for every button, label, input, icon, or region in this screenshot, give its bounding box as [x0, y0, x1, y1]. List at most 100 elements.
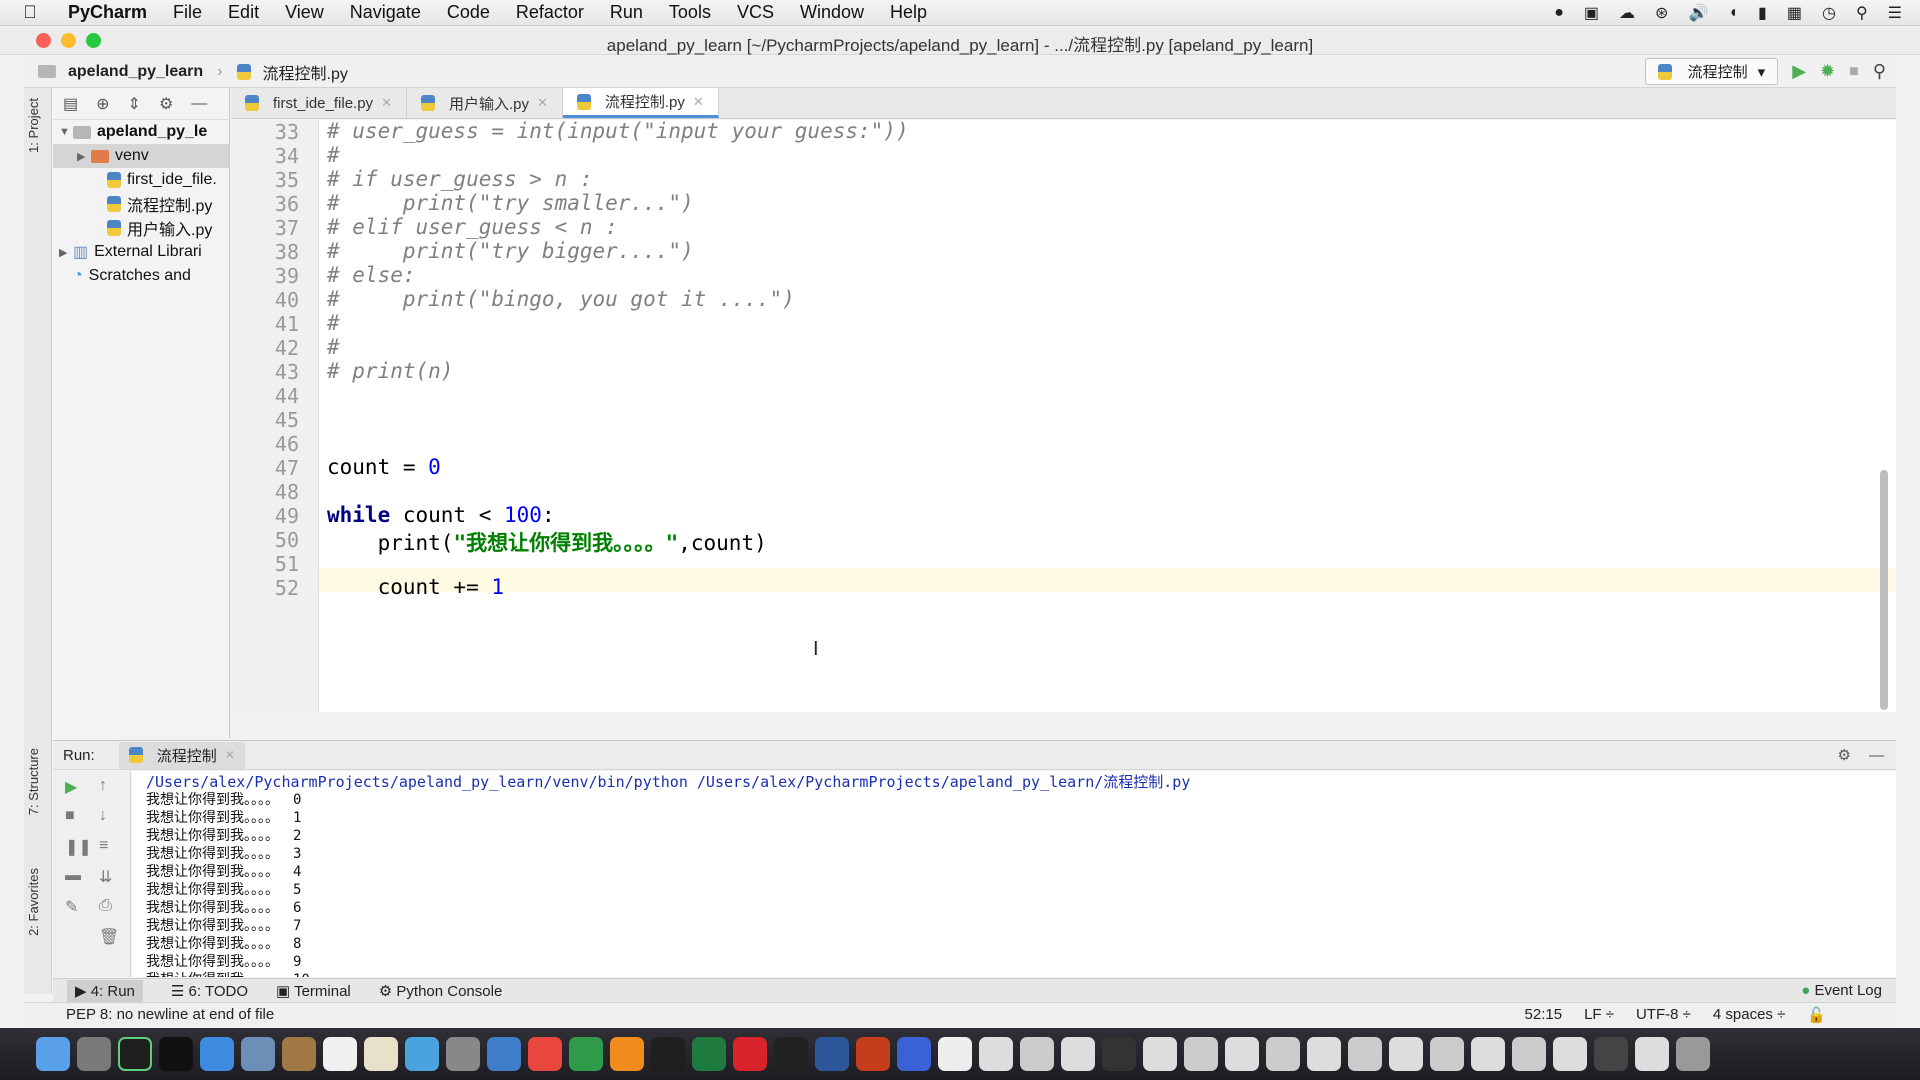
textedit-icon[interactable]	[364, 1037, 398, 1071]
numbers-icon[interactable]	[487, 1037, 521, 1071]
browser-icon[interactable]	[897, 1037, 931, 1071]
tree-item-project[interactable]: ▼ apeland_py_le	[53, 120, 229, 144]
code-line[interactable]: # if user_guess > n :	[327, 167, 593, 191]
wifi-icon[interactable]: ◖	[1728, 4, 1738, 22]
screenshot-thumbnail-icon[interactable]	[1635, 1037, 1669, 1071]
tree-item-scratches[interactable]: ◔ Scratches and	[53, 264, 229, 288]
menu-run[interactable]: Run	[597, 2, 656, 23]
menu-file[interactable]: File	[160, 2, 215, 23]
collapsed-arrow-icon[interactable]: ▶	[77, 150, 91, 163]
screenshot-thumbnail-icon[interactable]	[1061, 1037, 1095, 1071]
toolwindow-terminal[interactable]: ▣ Terminal	[276, 982, 351, 1000]
finder-icon[interactable]	[36, 1037, 70, 1071]
safari-icon[interactable]	[200, 1037, 234, 1071]
tree-item-external-libraries[interactable]: ▶ ▥ External Librari	[53, 240, 229, 264]
tab-project[interactable]: 1: Project	[26, 98, 41, 153]
screenshot-thumbnail-icon[interactable]	[1471, 1037, 1505, 1071]
battery-icon[interactable]: ▮	[1758, 3, 1767, 23]
screenshot-thumbnail-icon[interactable]	[1225, 1037, 1259, 1071]
code-line[interactable]: #	[327, 311, 340, 335]
tree-item-flow-control[interactable]: 流程控制.py	[53, 192, 229, 216]
time-machine-icon[interactable]: ◷	[1822, 3, 1836, 23]
screenshot-thumbnail-icon[interactable]	[1389, 1037, 1423, 1071]
project-view-icon[interactable]: ▤	[63, 94, 78, 114]
lock-icon[interactable]: 🔓	[1807, 1006, 1826, 1024]
code-line[interactable]: count = 0	[327, 455, 441, 479]
system-preferences-icon[interactable]	[446, 1037, 480, 1071]
screenshot-thumbnail-icon[interactable]	[1348, 1037, 1382, 1071]
run-configuration-select[interactable]: 流程控制 ▾	[1644, 58, 1779, 85]
close-icon[interactable]: ✕	[225, 748, 235, 762]
screenshot-thumbnail-icon[interactable]	[1266, 1037, 1300, 1071]
tab-favorites[interactable]: 2: Favorites	[26, 868, 41, 936]
pycharm-ce-icon[interactable]	[651, 1037, 685, 1071]
screenshot-thumbnail-icon[interactable]	[1184, 1037, 1218, 1071]
document-icon[interactable]	[938, 1037, 972, 1071]
screenshot-thumbnail-icon[interactable]	[1143, 1037, 1177, 1071]
collapsed-arrow-icon[interactable]: ▶	[59, 246, 73, 259]
code-line[interactable]: #	[327, 335, 340, 359]
stop-icon[interactable]: ■	[65, 807, 75, 825]
gear-icon[interactable]: ⚙	[1838, 746, 1851, 764]
qq-icon[interactable]	[774, 1037, 808, 1071]
screenshot-thumbnail-icon[interactable]	[1594, 1037, 1628, 1071]
code-line[interactable]: # else:	[327, 263, 416, 287]
print-icon[interactable]: ⎙	[99, 897, 112, 915]
evernote-icon[interactable]: ●	[1554, 4, 1564, 22]
sublime-icon[interactable]	[610, 1037, 644, 1071]
tree-item-first-ide-file[interactable]: first_ide_file.	[53, 168, 229, 192]
pycharm-icon[interactable]	[118, 1037, 152, 1071]
hide-icon[interactable]: —	[1869, 747, 1884, 764]
code-line[interactable]: # user_guess = int(input("input your gue…	[327, 120, 909, 143]
terminal-icon[interactable]	[159, 1037, 193, 1071]
notification-center-icon[interactable]: ☰	[1888, 3, 1902, 23]
tab-structure[interactable]: 7: Structure	[26, 748, 41, 815]
run-icon[interactable]: ▶	[1792, 61, 1806, 82]
notes-icon[interactable]	[282, 1037, 316, 1071]
toolwindow-todo[interactable]: ☰ 6: TODO	[171, 982, 248, 1000]
screenshot-thumbnail-icon[interactable]	[1553, 1037, 1587, 1071]
menu-navigate[interactable]: Navigate	[337, 2, 434, 23]
input-method-icon[interactable]: ▦	[1787, 3, 1802, 23]
debug-icon[interactable]: ✹	[1820, 61, 1835, 82]
excel-icon[interactable]	[692, 1037, 726, 1071]
cloud-icon[interactable]: ☁	[1619, 3, 1635, 23]
rerun-icon[interactable]: ▶	[65, 777, 77, 797]
code-line[interactable]: # print("try bigger....")	[327, 239, 694, 263]
launchpad-icon[interactable]	[77, 1037, 111, 1071]
screenshot-thumbnail-icon[interactable]	[1512, 1037, 1546, 1071]
toolwindow-event-log[interactable]: ● Event Log	[1801, 982, 1882, 999]
apple-icon[interactable]: 	[0, 2, 60, 23]
tab-user-input[interactable]: 用户输入.py ✕	[407, 88, 563, 118]
screenshot-thumbnail-icon[interactable]	[979, 1037, 1013, 1071]
pause-icon[interactable]: ❚❚	[65, 837, 92, 857]
menu-edit[interactable]: Edit	[215, 2, 272, 23]
pin-icon[interactable]: ✎	[65, 897, 78, 917]
menu-view[interactable]: View	[272, 2, 337, 23]
chrome-icon[interactable]	[528, 1037, 562, 1071]
code-line[interactable]: # elif user_guess < n :	[327, 215, 618, 239]
close-icon[interactable]: ✕	[537, 95, 548, 111]
search-icon[interactable]: ⚲	[1873, 61, 1886, 82]
xmind-icon[interactable]	[733, 1037, 767, 1071]
menu-vcs[interactable]: VCS	[724, 2, 787, 23]
word-icon[interactable]	[815, 1037, 849, 1071]
menu-app-name[interactable]: PyCharm	[60, 2, 160, 23]
scroll-down-icon[interactable]: ↓	[99, 807, 107, 825]
trash-icon[interactable]: 🗑	[99, 927, 119, 947]
caret-position[interactable]: 52:15	[1525, 1006, 1563, 1024]
tree-item-venv[interactable]: ▶ venv	[53, 144, 229, 168]
screenshot-thumbnail-icon[interactable]	[1020, 1037, 1054, 1071]
code-line[interactable]: count += 1	[327, 575, 504, 599]
screenshot-thumbnail-icon[interactable]	[1102, 1037, 1136, 1071]
trash-icon[interactable]	[1676, 1037, 1710, 1071]
menu-refactor[interactable]: Refactor	[503, 2, 597, 23]
powerpoint-icon[interactable]	[856, 1037, 890, 1071]
tab-flow-control[interactable]: 流程控制.py ✕	[562, 88, 719, 118]
screen-record-icon[interactable]: ▣	[1584, 3, 1599, 23]
screenshot-thumbnail-icon[interactable]	[1430, 1037, 1464, 1071]
screenshot-thumbnail-icon[interactable]	[1307, 1037, 1341, 1071]
menu-tools[interactable]: Tools	[656, 2, 724, 23]
code-editor[interactable]: 33 34 35 36 37 38 39 40 41 42 43 44 45 46 47 48 49 50 51 52…	[231, 120, 1896, 712]
code-line[interactable]: print("我想让你得到我。。。。",count)	[327, 527, 767, 557]
